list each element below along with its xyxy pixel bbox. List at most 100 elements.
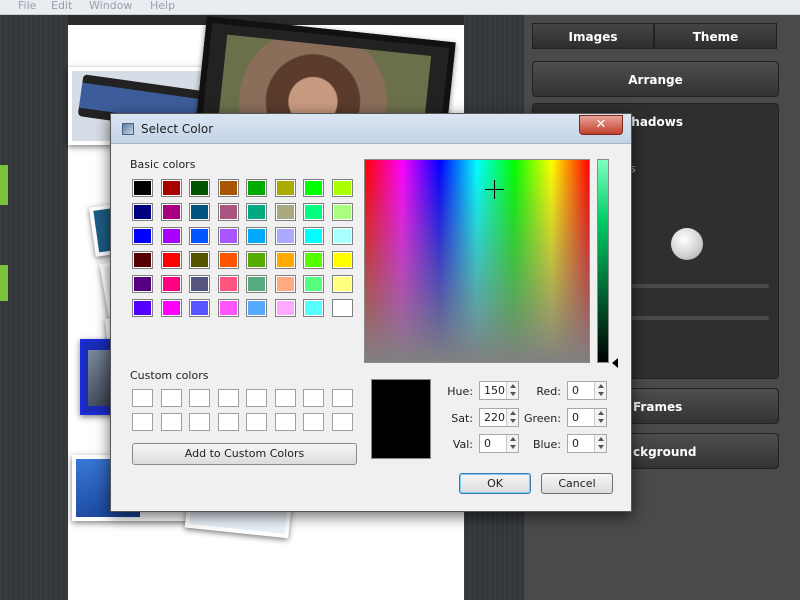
add-to-custom-colors-button[interactable]: Add to Custom Colors: [132, 443, 357, 465]
basic-color-swatch[interactable]: [217, 275, 239, 293]
custom-color-swatch[interactable]: [132, 413, 153, 431]
custom-color-swatch[interactable]: [274, 389, 296, 407]
basic-color-swatch[interactable]: [132, 275, 153, 293]
basic-color-swatch[interactable]: [274, 251, 296, 269]
basic-color-swatch[interactable]: [189, 251, 210, 269]
spin-arrows[interactable]: [594, 435, 606, 452]
color-spectrum[interactable]: [364, 159, 590, 363]
basic-color-swatch[interactable]: [132, 227, 153, 245]
basic-color-swatch[interactable]: [246, 203, 267, 221]
basic-color-swatch[interactable]: [160, 203, 182, 221]
arrange-button[interactable]: Arrange: [532, 61, 779, 97]
close-button[interactable]: ✕: [579, 115, 623, 135]
spin-arrows[interactable]: [594, 382, 606, 399]
shadow-slider-track[interactable]: [629, 316, 769, 320]
basic-color-swatch[interactable]: [160, 275, 182, 293]
spin-arrows[interactable]: [506, 382, 518, 399]
shadow-slider-track[interactable]: [629, 284, 769, 288]
basic-color-swatch[interactable]: [217, 227, 239, 245]
cancel-button[interactable]: Cancel: [541, 473, 613, 494]
spin-down-icon[interactable]: [510, 419, 516, 423]
luminance-slider[interactable]: [597, 159, 609, 363]
basic-color-swatch[interactable]: [274, 299, 296, 317]
spin-down-icon[interactable]: [510, 445, 516, 449]
shadow-direction-knob[interactable]: [671, 228, 703, 260]
basic-color-swatch[interactable]: [331, 203, 353, 221]
basic-color-swatch[interactable]: [331, 275, 353, 293]
basic-color-swatch[interactable]: [132, 299, 153, 317]
spin-down-icon[interactable]: [510, 392, 516, 396]
basic-color-swatch[interactable]: [331, 251, 353, 269]
spin-up-icon[interactable]: [598, 411, 604, 415]
spin-arrows[interactable]: [506, 409, 518, 426]
basic-color-swatch[interactable]: [303, 275, 324, 293]
basic-color-swatch[interactable]: [189, 179, 210, 197]
basic-color-swatch[interactable]: [303, 299, 324, 317]
basic-color-swatch[interactable]: [331, 299, 353, 317]
spin-arrows[interactable]: [594, 409, 606, 426]
basic-color-swatch[interactable]: [303, 227, 324, 245]
tab-images[interactable]: Images: [532, 23, 654, 49]
custom-color-swatch[interactable]: [274, 413, 296, 431]
custom-color-swatch[interactable]: [189, 413, 210, 431]
custom-color-swatch[interactable]: [160, 389, 182, 407]
spin-down-icon[interactable]: [598, 419, 604, 423]
spin-down-icon[interactable]: [598, 445, 604, 449]
basic-color-swatch[interactable]: [160, 179, 182, 197]
basic-color-swatch[interactable]: [132, 203, 153, 221]
spin-arrows[interactable]: [506, 435, 518, 452]
custom-color-swatch[interactable]: [331, 413, 353, 431]
menu-edit[interactable]: Edit: [51, 0, 72, 12]
basic-color-swatch[interactable]: [303, 203, 324, 221]
basic-color-swatch[interactable]: [274, 227, 296, 245]
red-spinbox[interactable]: 0: [567, 381, 607, 400]
custom-color-swatch[interactable]: [303, 389, 324, 407]
menu-file[interactable]: File: [18, 0, 36, 12]
spin-up-icon[interactable]: [598, 384, 604, 388]
basic-color-swatch[interactable]: [189, 299, 210, 317]
basic-color-swatch[interactable]: [246, 251, 267, 269]
basic-color-swatch[interactable]: [217, 299, 239, 317]
luminance-arrow-icon[interactable]: [612, 358, 618, 368]
basic-color-swatch[interactable]: [160, 299, 182, 317]
spin-up-icon[interactable]: [510, 437, 516, 441]
basic-color-swatch[interactable]: [132, 179, 153, 197]
basic-color-swatch[interactable]: [303, 179, 324, 197]
custom-color-swatch[interactable]: [217, 413, 239, 431]
basic-color-swatch[interactable]: [217, 251, 239, 269]
custom-color-swatch[interactable]: [303, 413, 324, 431]
spin-down-icon[interactable]: [598, 392, 604, 396]
basic-color-swatch[interactable]: [303, 251, 324, 269]
basic-color-swatch[interactable]: [331, 227, 353, 245]
spin-up-icon[interactable]: [598, 437, 604, 441]
custom-color-swatch[interactable]: [246, 389, 267, 407]
custom-color-swatch[interactable]: [246, 413, 267, 431]
sat-spinbox[interactable]: 220: [479, 408, 519, 427]
menu-window[interactable]: Window: [89, 0, 132, 12]
basic-color-swatch[interactable]: [217, 203, 239, 221]
basic-color-swatch[interactable]: [331, 179, 353, 197]
dialog-titlebar[interactable]: Select Color ✕: [111, 114, 631, 144]
basic-color-swatch[interactable]: [246, 299, 267, 317]
custom-color-swatch[interactable]: [331, 389, 353, 407]
custom-color-swatch[interactable]: [160, 413, 182, 431]
custom-color-swatch[interactable]: [217, 389, 239, 407]
basic-color-swatch[interactable]: [274, 203, 296, 221]
basic-color-swatch[interactable]: [246, 275, 267, 293]
hue-spinbox[interactable]: 150: [479, 381, 519, 400]
val-spinbox[interactable]: 0: [479, 434, 519, 453]
basic-color-swatch[interactable]: [189, 227, 210, 245]
basic-color-swatch[interactable]: [160, 227, 182, 245]
blue-spinbox[interactable]: 0: [567, 434, 607, 453]
basic-color-swatch[interactable]: [160, 251, 182, 269]
basic-color-swatch[interactable]: [189, 203, 210, 221]
spin-up-icon[interactable]: [510, 384, 516, 388]
basic-color-swatch[interactable]: [246, 179, 267, 197]
tab-theme[interactable]: Theme: [654, 23, 777, 49]
basic-color-swatch[interactable]: [132, 251, 153, 269]
basic-color-swatch[interactable]: [246, 227, 267, 245]
basic-color-swatch[interactable]: [217, 179, 239, 197]
spin-up-icon[interactable]: [510, 411, 516, 415]
custom-color-swatch[interactable]: [132, 389, 153, 407]
ok-button[interactable]: OK: [459, 473, 531, 494]
